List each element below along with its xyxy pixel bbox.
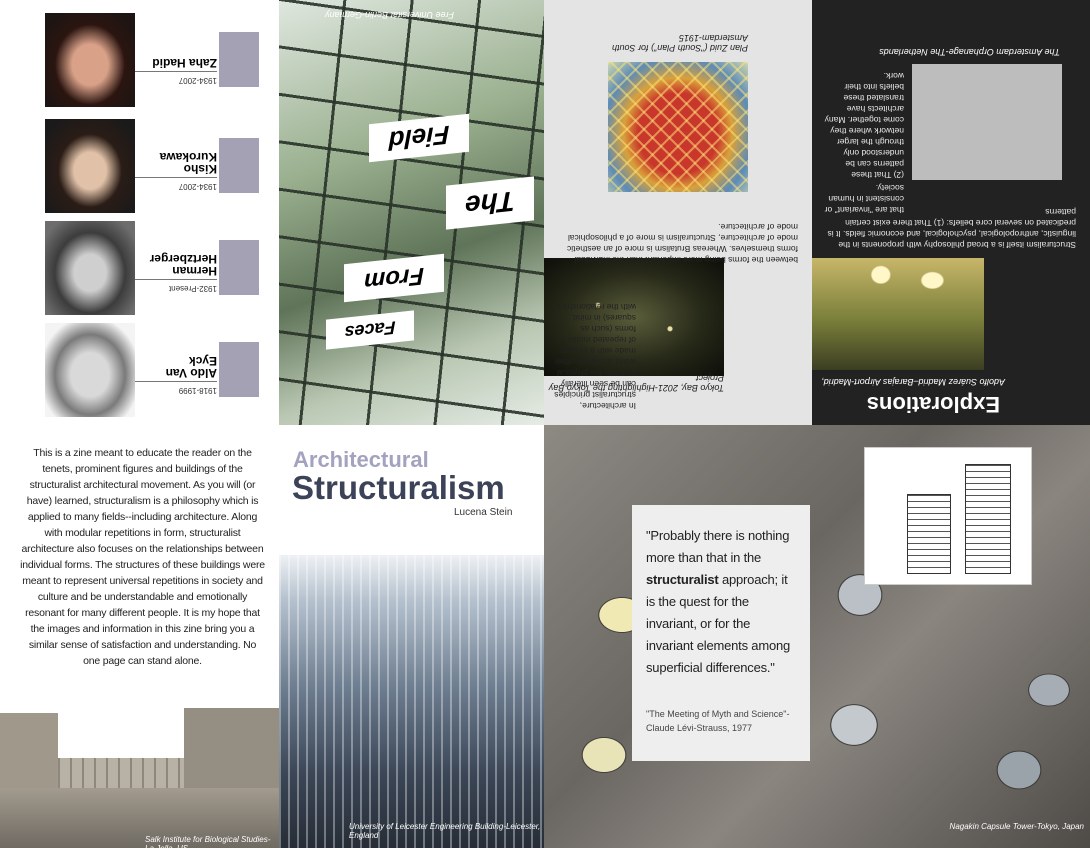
- berlin-caption: Free Universität Berlin-Germany: [324, 10, 454, 20]
- plan-zuid-caption: Plan Zuid ("South Plan") for South Amste…: [612, 33, 748, 53]
- architect-photo: [45, 13, 135, 107]
- architect-photo: [45, 323, 135, 417]
- explorations-panel: Explorations Adolfo Suárez Madrid–Baraja…: [812, 0, 1090, 425]
- architect-photo: [45, 221, 135, 315]
- leicester-caption: University of Leicester Engineering Buil…: [349, 822, 541, 840]
- color-swatch: [219, 138, 259, 193]
- architect-card: Aldo Van Eyck 1918-1999: [0, 321, 279, 417]
- salk-caption: Salk Institute for Biological Studies-La…: [145, 835, 271, 848]
- architect-photo: [45, 119, 135, 213]
- airport-caption: Adolfo Suárez Madrid–Barajas Airport-Mad…: [821, 377, 1005, 387]
- explorations-title: Explorations: [866, 392, 1000, 417]
- author-name: Lucena Stein: [454, 507, 513, 518]
- architect-years: 1932-Present: [168, 284, 217, 293]
- quote-text-end: approach; it is the quest for the invari…: [646, 572, 791, 675]
- architect-name: Kisho Kurokawa: [159, 150, 217, 176]
- architect-name: Zaha Hadid: [152, 56, 217, 70]
- intro-panel: This is a zine meant to educate the read…: [0, 425, 279, 848]
- quote-text: "Probably there is nothing more than tha…: [646, 525, 796, 679]
- word-field: Field: [369, 113, 469, 163]
- divider: [135, 177, 217, 178]
- architect-name: Herman Hertzberger: [149, 252, 217, 278]
- orphanage-photo: [912, 64, 1062, 180]
- quote-panel: "Probably there is nothing more than tha…: [544, 425, 1090, 848]
- orphanage-caption: The Amsterdam Orphanage-The Netherlands: [879, 47, 1060, 57]
- drawing-tower-right: [965, 464, 1011, 574]
- tokyo-body-wide: between the forms being more important t…: [567, 222, 798, 265]
- word-the: The: [446, 176, 534, 230]
- drawing-tower-left: [907, 494, 951, 574]
- quote-text-start: "Probably there is nothing more than tha…: [646, 528, 790, 565]
- quote-source: "The Meeting of Myth and Science"-Claude…: [646, 709, 790, 733]
- architect-card: Herman Hertzberger 1932-Present: [0, 219, 279, 315]
- salk-institute-photo: [0, 698, 279, 848]
- quote-box: "Probably there is nothing more than tha…: [632, 505, 810, 761]
- airport-photo: [812, 258, 984, 370]
- nagakin-elevation-drawing: [864, 447, 1032, 585]
- divider: [135, 279, 217, 280]
- color-swatch: [219, 32, 259, 87]
- architect-years: 1934-2007: [178, 76, 217, 85]
- cover-panel: Architectural Structuralism Lucena Stein…: [279, 425, 544, 848]
- color-swatch: [219, 342, 259, 397]
- explorations-body-right: that are "invariant" or consistent in hu…: [824, 183, 904, 215]
- architect-card: Kisho Kurokawa 1934-2007: [0, 117, 279, 213]
- architects-panel: Aldo Van Eyck 1918-1999 Herman Hertzberg…: [0, 0, 279, 425]
- color-swatch: [219, 240, 259, 295]
- divider: [135, 71, 217, 72]
- tokyo-body-narrow: In architecture, structuralist principle…: [554, 302, 636, 411]
- title-line-2: Structuralism: [292, 469, 505, 506]
- architect-name: Aldo Van Eyck: [165, 354, 217, 380]
- leicester-building-photo: [279, 555, 544, 848]
- word-from: From: [344, 253, 444, 303]
- architect-card: Zaha Hadid 1934-2007: [0, 11, 279, 107]
- faces-panel: Free Universität Berlin-Germany Field Th…: [279, 0, 544, 425]
- nagakin-caption: Nagakin Capsule Tower-Tokyo, Japan: [949, 822, 1084, 831]
- plan-zuid-map: [608, 62, 748, 192]
- word-faces: Faces: [326, 310, 414, 350]
- divider: [135, 381, 217, 382]
- intro-text: This is a zine meant to educate the read…: [20, 447, 265, 667]
- architect-years: 1918-1999: [178, 386, 217, 395]
- explorations-body-narrow: (2) That these patterns can be understoo…: [824, 71, 904, 180]
- architect-years: 1934-2007: [178, 182, 217, 191]
- tokyo-panel: Plan Zuid ("South Plan") for South Amste…: [544, 0, 812, 425]
- quote-emphasis: structuralist: [646, 572, 719, 587]
